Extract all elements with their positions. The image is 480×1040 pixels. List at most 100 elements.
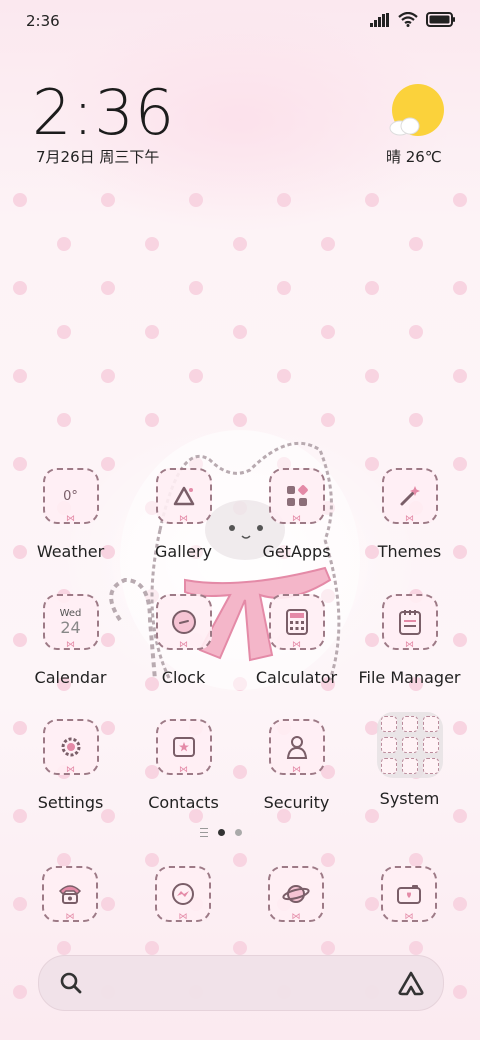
mini-app-icon [401,758,418,774]
polka-dot [453,281,467,295]
mini-app-icon [422,758,439,774]
polka-dot [233,941,247,955]
gallery-icon: ⋈ [155,468,212,524]
dock-phone[interactable]: ⋈ [42,866,98,922]
weather-icon: 0° ⋈ [42,468,99,524]
app-label: Clock [161,668,206,687]
polka-dot [277,281,291,295]
getapps-icon: ⋈ [268,468,325,524]
weather-text[interactable]: 晴 26℃ [386,146,442,167]
status-time: 2:36 [26,12,60,30]
mini-app-icon [380,758,397,774]
home-screen: 2:36 2:36 7月26日 周三下午 晴 26℃ 0° ⋈ Weather … [0,0,480,1040]
polka-dot [57,853,71,867]
polka-dot [13,897,27,911]
app-security[interactable]: ⋈ Security [240,719,353,812]
signal-icon [370,12,389,27]
dock-camera[interactable]: ⋈ [381,866,437,922]
gear-icon [61,737,80,757]
polka-dot [57,325,71,339]
app-calculator[interactable]: ⋈ Calculator [240,594,353,687]
polka-dot [277,193,291,207]
contacts-book-icon [172,737,195,757]
folder-system[interactable]: System [353,712,466,808]
polka-dot [321,237,335,251]
search-icon[interactable] [59,971,83,995]
polka-dot [453,193,467,207]
polka-dot [145,941,159,955]
app-themes[interactable]: ⋈ Themes [353,468,466,561]
battery-icon [426,12,455,27]
app-contacts[interactable]: ⋈ Contacts [127,719,240,812]
polka-dot [101,281,115,295]
app-calendar[interactable]: Wed 24 ⋈ Calendar [14,594,127,687]
polka-dot [13,281,27,295]
wifi-icon [398,12,418,27]
page-list-icon [200,828,208,837]
getapps-glyph-icon [286,485,308,506]
polka-dot [453,985,467,999]
polka-dot [189,193,203,207]
folder-label: System [379,789,440,808]
settings-icon: ⋈ [42,719,99,775]
app-settings[interactable]: ⋈ Settings [14,719,127,812]
clock-widget-time[interactable]: 2:36 [32,76,175,149]
search-bar[interactable] [38,955,444,1011]
app-file-manager[interactable]: ⋈ File Manager [353,594,466,687]
app-label: Security [263,793,330,812]
app-label: Calendar [34,668,107,687]
calendar-day: Wed [59,607,82,619]
notepad-icon [398,610,421,635]
calculator-glyph-icon [285,609,308,635]
dock-messaging[interactable]: ⋈ [155,866,211,922]
bow-icon: ⋈ [405,640,414,650]
magic-wand-icon [400,486,420,506]
camera-icon: ⋈ [381,866,437,922]
folder-icon [376,712,443,778]
app-clock[interactable]: ⋈ Clock [127,594,240,687]
person-icon [286,736,307,759]
polka-dot [277,369,291,383]
app-gallery[interactable]: ⋈ Gallery [127,468,240,561]
contacts-icon: ⋈ [155,719,212,775]
polka-dot [145,853,159,867]
cloud-icon [389,117,420,136]
app-label: Settings [37,793,104,812]
bow-icon: ⋈ [292,514,301,524]
polka-dot [13,985,27,999]
dock-browser[interactable]: ⋈ [268,866,324,922]
browser-planet-icon: ⋈ [268,866,324,922]
polka-dot [145,237,159,251]
app-getapps[interactable]: ⋈ GetApps [240,468,353,561]
polka-dot [365,809,379,823]
planet-glyph-icon [282,885,310,903]
polka-dot [13,193,27,207]
app-label: Calculator [255,668,338,687]
camera-glyph-icon [397,885,421,904]
polka-dot [101,369,115,383]
page-indicator[interactable] [200,828,242,837]
polka-dot [453,809,467,823]
clock-widget-date[interactable]: 7月26日 周三下午 [36,146,159,167]
polka-dot [453,897,467,911]
assistant-icon[interactable] [397,970,425,996]
polka-dot [57,237,71,251]
polka-dot [13,369,27,383]
mini-app-icon [401,737,418,753]
page-dot-active [218,829,225,836]
polka-dot [409,237,423,251]
calendar-date: 24 [60,617,81,637]
polka-dot [57,413,71,427]
bow-icon: ⋈ [179,765,188,775]
polka-dot [365,369,379,383]
mini-app-icon [422,716,439,732]
status-icons [370,12,456,27]
clock-icon: ⋈ [155,594,212,650]
polka-dot [321,853,335,867]
bow-icon: ⋈ [178,912,188,922]
bow-icon: ⋈ [65,912,75,922]
app-label: Themes [377,542,442,561]
polka-dot [233,237,247,251]
bow-icon: ⋈ [405,514,414,524]
app-weather[interactable]: 0° ⋈ Weather [14,468,127,561]
